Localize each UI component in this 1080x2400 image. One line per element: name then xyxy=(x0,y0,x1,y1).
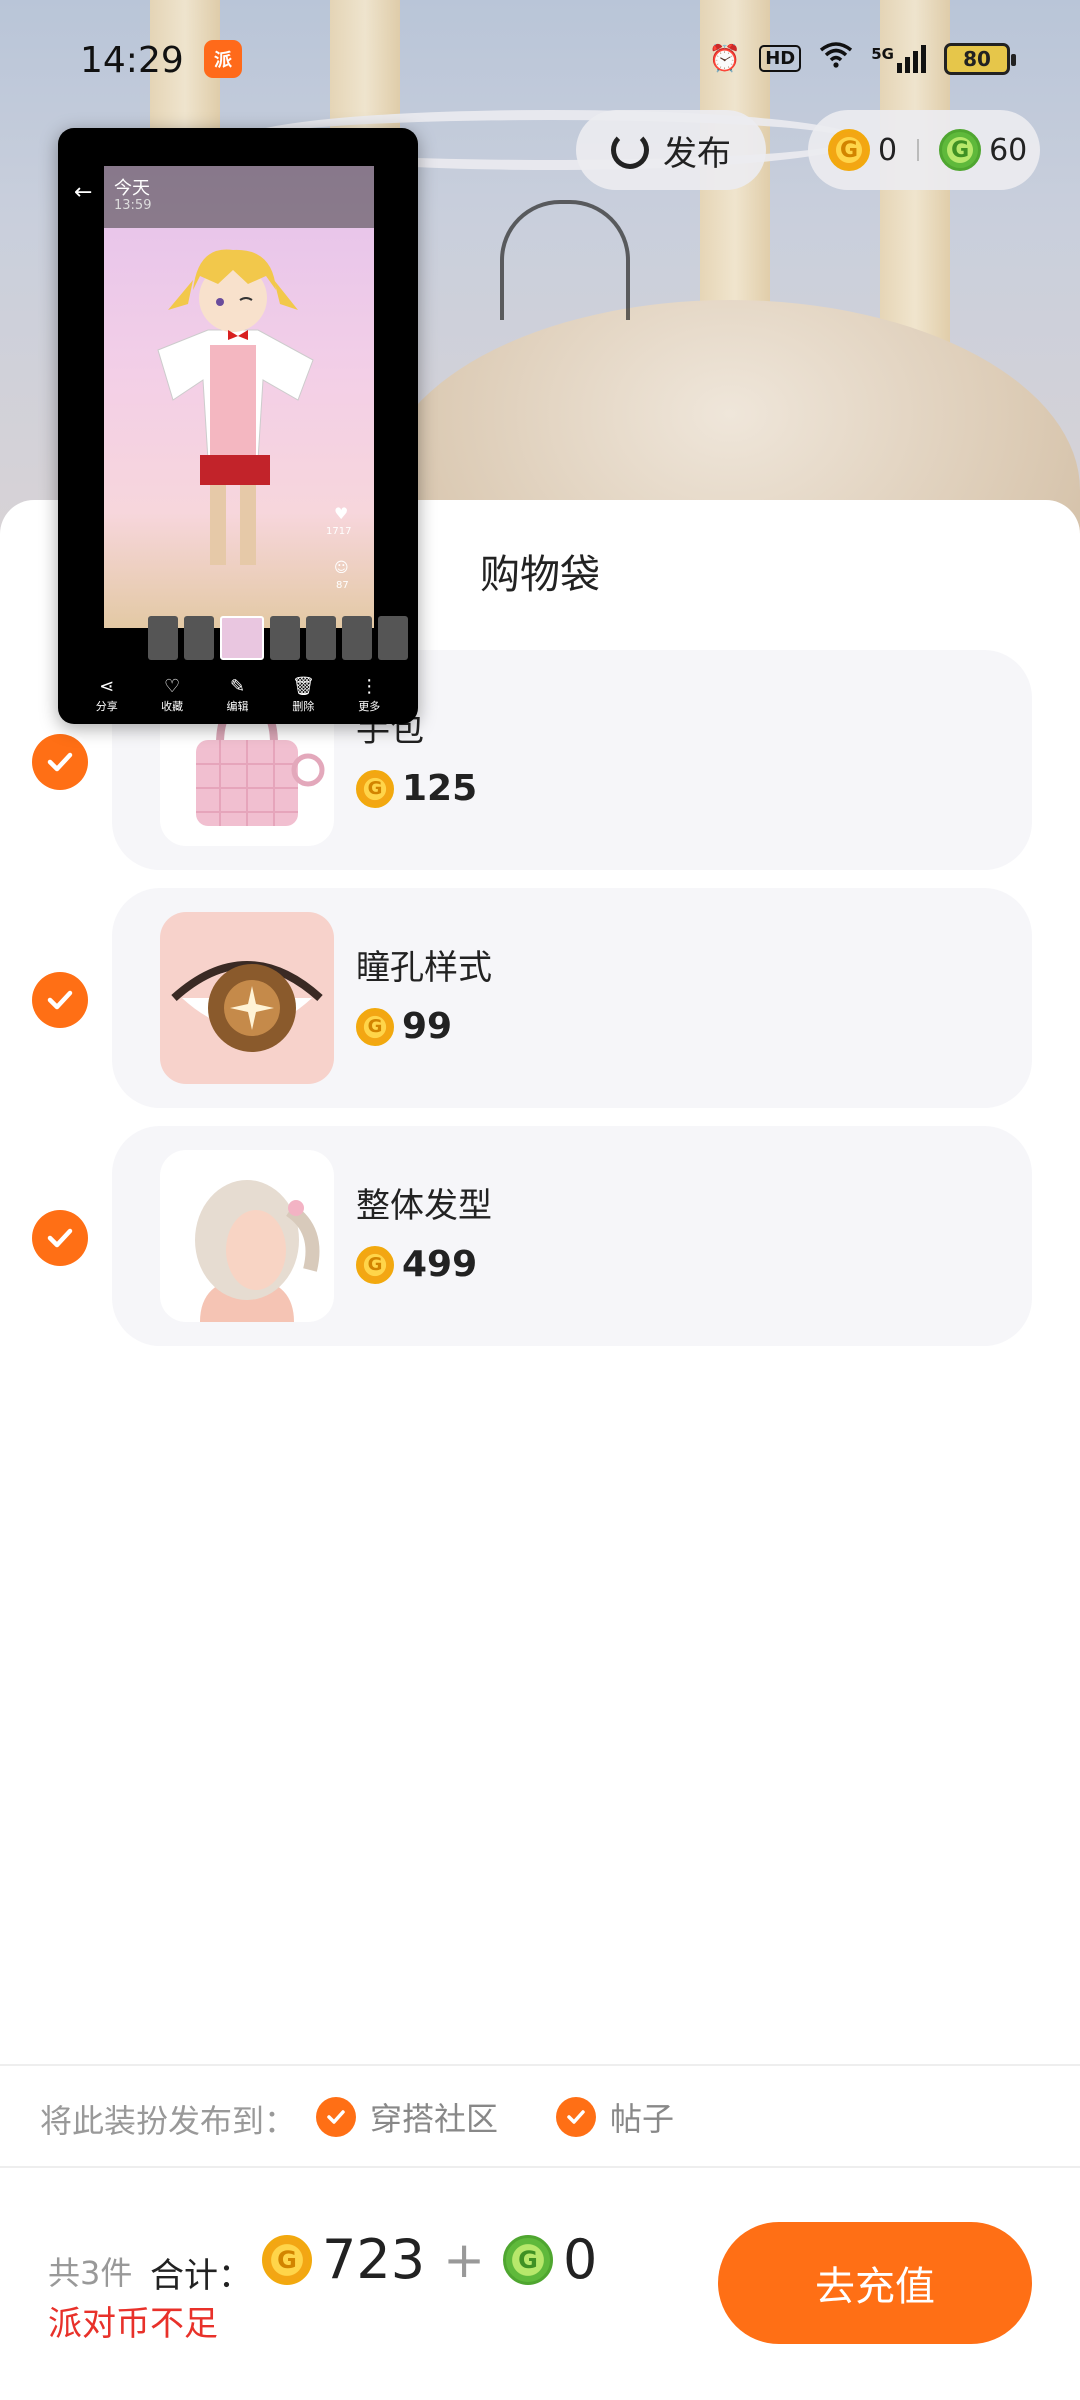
trash-icon: 🗑 xyxy=(291,676,315,697)
hairstyle-thumbnail xyxy=(160,1150,334,1322)
item-name: 整体发型 xyxy=(356,1186,492,1226)
thumbnail[interactable] xyxy=(184,616,214,660)
anime-character-image xyxy=(157,249,314,565)
green-balance: 60 xyxy=(989,132,1028,168)
preview-thumbnail-strip[interactable] xyxy=(58,616,418,668)
publish-button[interactable]: 发布 xyxy=(576,110,766,190)
share-icon: ⋖ xyxy=(99,676,115,697)
publish-targets-bar: 将此装扮发布到： 穿搭社区 帖子 xyxy=(0,2064,1080,2168)
gold-coin-icon: G xyxy=(262,2234,312,2285)
price-value: 499 xyxy=(402,1244,478,1285)
price-value: 125 xyxy=(402,768,478,809)
total-label: 合计： xyxy=(150,2256,252,2296)
insufficient-warning: 派对币不足 xyxy=(48,2304,218,2344)
check-icon xyxy=(556,2097,596,2137)
publish-icon xyxy=(611,131,649,169)
publish-to-label: 将此装扮发布到： xyxy=(40,2102,297,2140)
item-price: G 125 xyxy=(356,768,477,809)
like-icon: ♥ xyxy=(334,504,349,523)
check-icon xyxy=(316,2097,356,2137)
back-arrow-icon[interactable]: ← xyxy=(74,180,92,205)
target-outfit-community[interactable]: 穿搭社区 xyxy=(316,2094,498,2140)
item-card[interactable]: 瞳孔样式 G 99 xyxy=(112,888,1032,1108)
currency-balance[interactable]: G 0 G 60 xyxy=(808,110,1040,190)
gold-balance: 0 xyxy=(878,132,898,168)
thumbnail[interactable] xyxy=(270,616,300,660)
thumbnail[interactable] xyxy=(378,616,408,660)
item-checkbox[interactable] xyxy=(32,734,88,790)
screenshot-preview[interactable]: ← 今天 13:59 ♥ 1717 ☺ 87 ⋖ 分享 ♡ 收藏 ✎ 编辑 🗑 删除 ⋮… xyxy=(58,128,418,724)
item-checkbox[interactable] xyxy=(32,1210,88,1266)
target-label: 穿搭社区 xyxy=(370,2100,499,2138)
preview-title: 今天 xyxy=(114,178,150,199)
signal-icon: 5G xyxy=(871,44,926,73)
pencil-icon: ✎ xyxy=(230,676,246,697)
gold-total: 723 xyxy=(322,2228,426,2291)
thumbnail[interactable] xyxy=(306,616,336,660)
edit-action[interactable]: ✎ 编辑 xyxy=(227,678,249,714)
more-icon: ⋮ xyxy=(360,676,379,697)
publish-label: 发布 xyxy=(663,133,731,174)
green-total: 0 xyxy=(562,2228,598,2291)
gold-coin-icon: G xyxy=(356,1245,394,1284)
total-amount: G 723 + G 0 xyxy=(262,2228,597,2291)
comment-icon: ☺ xyxy=(334,560,349,576)
avatar-heart-ahoge xyxy=(500,200,630,320)
thumbnail[interactable] xyxy=(148,616,178,660)
gold-coin-icon: G xyxy=(356,769,394,808)
more-action[interactable]: ⋮ 更多 xyxy=(358,678,380,714)
divider xyxy=(917,139,920,161)
plus-sign: + xyxy=(443,2230,485,2289)
preview-time: 13:59 xyxy=(114,198,152,213)
share-action[interactable]: ⋖ 分享 xyxy=(96,678,118,714)
pupil-thumbnail xyxy=(160,912,334,1084)
item-name: 瞳孔样式 xyxy=(356,948,492,988)
status-bar: 14:29 派 ⏰ HD 5G 80 xyxy=(0,0,1080,120)
item-count: 共3件 xyxy=(48,2254,133,2292)
target-post[interactable]: 帖子 xyxy=(556,2094,674,2140)
green-coin-icon: G xyxy=(939,129,982,171)
battery-icon: 80 xyxy=(944,42,1016,75)
green-coin-icon: G xyxy=(502,2234,553,2285)
like-count: 1717 xyxy=(326,526,352,537)
thumbnail-selected[interactable] xyxy=(220,616,264,660)
favorite-action[interactable]: ♡ 收藏 xyxy=(161,678,183,714)
cart-item[interactable]: 整体发型 G 499 xyxy=(0,1126,1080,1346)
recharge-button[interactable]: 去充值 xyxy=(718,2222,1032,2344)
gold-coin-icon: G xyxy=(356,1007,394,1046)
item-checkbox[interactable] xyxy=(32,972,88,1028)
thumbnail[interactable] xyxy=(342,616,372,660)
gold-coin-icon: G xyxy=(828,129,870,171)
delete-action[interactable]: 🗑 删除 xyxy=(292,678,315,714)
item-price: G 499 xyxy=(356,1244,477,1285)
target-label: 帖子 xyxy=(610,2100,675,2138)
app-notification-icon: 派 xyxy=(204,40,242,78)
checkout-footer: 共3件 合计： G 723 + G 0 派对币不足 去充值 xyxy=(0,2168,1080,2400)
price-value: 99 xyxy=(402,1006,453,1047)
wifi-icon xyxy=(819,42,853,75)
cart-item[interactable]: 瞳孔样式 G 99 xyxy=(0,888,1080,1108)
alarm-icon: ⏰ xyxy=(708,43,742,74)
hd-icon: HD xyxy=(759,45,802,72)
preview-action-bar: ⋖ 分享 ♡ 收藏 ✎ 编辑 🗑 删除 ⋮ 更多 xyxy=(58,668,418,724)
heart-icon: ♡ xyxy=(164,676,181,697)
status-time: 14:29 xyxy=(80,40,184,81)
comment-count: 87 xyxy=(336,580,349,591)
status-icons: ⏰ HD 5G 80 xyxy=(708,42,1016,75)
item-price: G 99 xyxy=(356,1006,452,1047)
item-card[interactable]: 整体发型 G 499 xyxy=(112,1126,1032,1346)
